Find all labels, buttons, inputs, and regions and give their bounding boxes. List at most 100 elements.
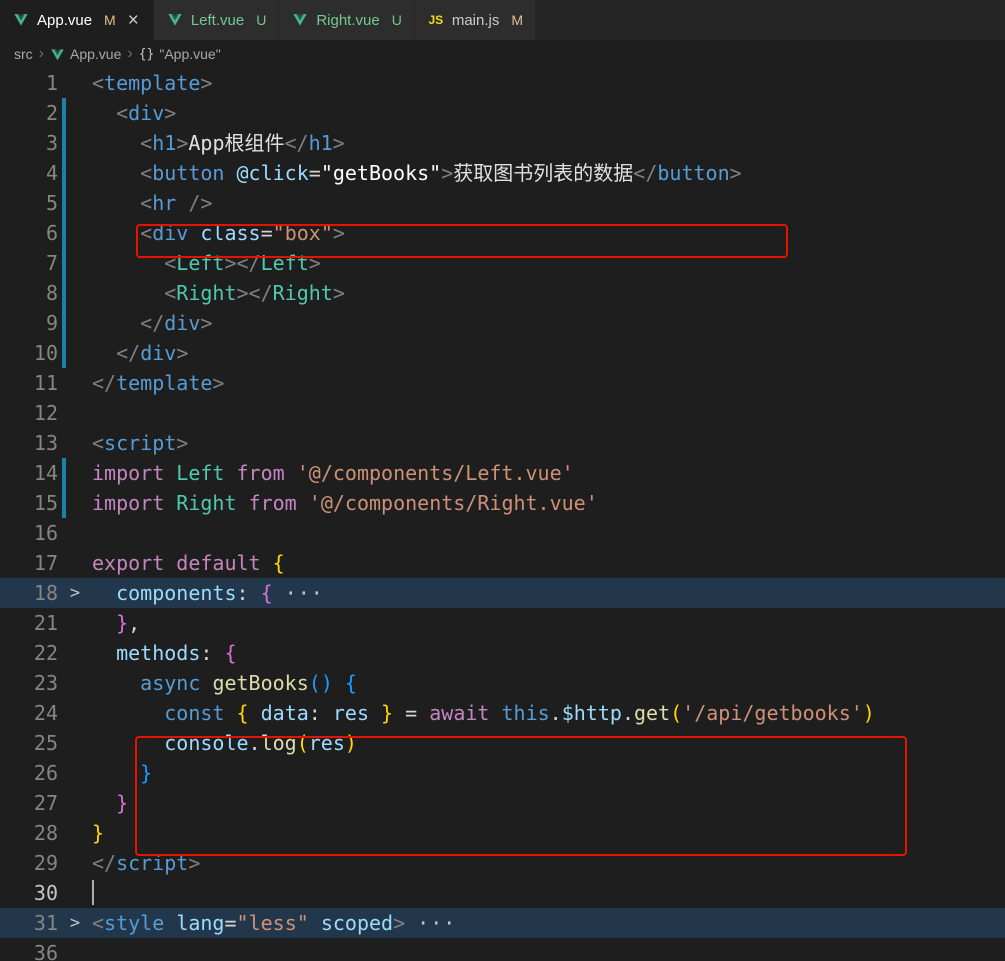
line-number[interactable]: 21 (0, 608, 58, 638)
line-number[interactable]: 5 (0, 188, 58, 218)
code-line-17[interactable]: 17 export default { (0, 548, 1005, 578)
line-number[interactable]: 27 (0, 788, 58, 818)
fold-gutter (58, 608, 92, 638)
line-number[interactable]: 10 (0, 338, 58, 368)
tab-app-vue[interactable]: App.vue M × (0, 0, 154, 40)
line-number[interactable]: 7 (0, 248, 58, 278)
line-number[interactable]: 16 (0, 518, 58, 548)
tab-main-js[interactable]: JS main.js M (414, 0, 537, 40)
code-line-21[interactable]: 21 }, (0, 608, 1005, 638)
text-cursor (92, 880, 94, 905)
code-line-7[interactable]: 7 <Left></Left> (0, 248, 1005, 278)
code-line-27[interactable]: 27 } (0, 788, 1005, 818)
line-number[interactable]: 8 (0, 278, 58, 308)
fold-gutter (58, 758, 92, 788)
code-line-16[interactable]: 16 (0, 518, 1005, 548)
line-number[interactable]: 17 (0, 548, 58, 578)
code-line-13[interactable]: 13 <script> (0, 428, 1005, 458)
code-text: <template> (92, 71, 213, 95)
line-number[interactable]: 22 (0, 638, 58, 668)
code-line-1[interactable]: 1 <template> (0, 68, 1005, 98)
line-number[interactable]: 11 (0, 368, 58, 398)
code-line-4[interactable]: 4 <button @click="getBooks">获取图书列表的数据</b… (0, 158, 1005, 188)
code-line-15[interactable]: 15 import Right from '@/components/Right.… (0, 488, 1005, 518)
line-number[interactable]: 13 (0, 428, 58, 458)
code-line-22[interactable]: 22 methods: { (0, 638, 1005, 668)
git-modified-indicator (62, 458, 66, 488)
code-text: }, (116, 611, 141, 635)
code-line-9[interactable]: 9 </div> (0, 308, 1005, 338)
code-line-11[interactable]: 11 </template> (0, 368, 1005, 398)
code-line-2[interactable]: 2 <div> (0, 98, 1005, 128)
vue-icon (50, 47, 65, 62)
fold-chevron-icon[interactable]: > (58, 578, 92, 608)
breadcrumb-item[interactable]: {} "App.vue" (139, 46, 221, 62)
breadcrumb-label: "App.vue" (159, 46, 221, 62)
line-number[interactable]: 14 (0, 458, 58, 488)
line-number[interactable]: 6 (0, 218, 58, 248)
lines-container: 1 <template> 2 <div> 3 <h1>App根组件</h1> 4 <bu… (0, 68, 1005, 961)
line-number[interactable]: 18 (0, 578, 58, 608)
line-number[interactable]: 25 (0, 728, 58, 758)
line-number[interactable]: 29 (0, 848, 58, 878)
fold-gutter (58, 698, 92, 728)
line-number[interactable]: 36 (0, 938, 58, 961)
code-line-29[interactable]: 29 </script> (0, 848, 1005, 878)
git-modified-indicator (62, 338, 66, 368)
code-text: export default { (92, 551, 285, 575)
chevron-right-icon: › (38, 45, 44, 62)
line-number[interactable]: 9 (0, 308, 58, 338)
line-number[interactable]: 24 (0, 698, 58, 728)
code-editor[interactable]: 1 <template> 2 <div> 3 <h1>App根组件</h1> 4 <bu… (0, 68, 1005, 961)
line-number[interactable]: 1 (0, 68, 58, 98)
fold-gutter (58, 398, 92, 428)
code-line-36[interactable]: 36 (0, 938, 1005, 961)
code-text (92, 878, 1005, 908)
tab-right-vue[interactable]: Right.vue U (279, 0, 415, 40)
code-line-12[interactable]: 12 (0, 398, 1005, 428)
tab-bar: App.vue M × Left.vue U Right.vue U JS main.js M (0, 0, 1005, 40)
code-line-14[interactable]: 14 import Left from '@/components/Left.vu… (0, 458, 1005, 488)
line-number[interactable]: 30 (0, 878, 58, 908)
line-number[interactable]: 4 (0, 158, 58, 188)
tab-label: Right.vue (316, 11, 380, 29)
fold-chevron-icon[interactable]: > (58, 908, 92, 938)
line-number[interactable]: 12 (0, 398, 58, 428)
tab-left-vue[interactable]: Left.vue U (153, 0, 280, 40)
line-number[interactable]: 15 (0, 488, 58, 518)
line-number[interactable]: 2 (0, 98, 58, 128)
fold-gutter (58, 428, 92, 458)
code-line-3[interactable]: 3 <h1>App根组件</h1> (0, 128, 1005, 158)
line-number[interactable]: 3 (0, 128, 58, 158)
code-line-26[interactable]: 26 } (0, 758, 1005, 788)
close-icon[interactable]: × (126, 11, 141, 30)
line-number[interactable]: 28 (0, 818, 58, 848)
code-line-30[interactable]: 30 (0, 878, 1005, 908)
code-text: <hr /> (140, 191, 213, 215)
line-number[interactable]: 23 (0, 668, 58, 698)
vue-icon (291, 11, 309, 29)
fold-gutter (58, 878, 92, 908)
code-line-23[interactable]: 23 async getBooks() { (0, 668, 1005, 698)
code-line-24[interactable]: 24 const { data: res } = await this.$htt… (0, 698, 1005, 728)
fold-gutter (58, 368, 92, 398)
code-line-8[interactable]: 8 <Right></Right> (0, 278, 1005, 308)
fold-gutter (58, 518, 92, 548)
code-text: <Left></Left> (164, 251, 321, 275)
code-line-31[interactable]: 31 > <style lang="less" scoped> ··· (0, 908, 1005, 938)
code-line-25[interactable]: 25 console.log(res) (0, 728, 1005, 758)
tab-label: App.vue (37, 11, 93, 29)
code-line-5[interactable]: 5 <hr /> (0, 188, 1005, 218)
line-number[interactable]: 26 (0, 758, 58, 788)
breadcrumb-item[interactable]: src (14, 46, 33, 62)
fold-gutter (58, 638, 92, 668)
code-line-18[interactable]: 18 > components: { ··· (0, 578, 1005, 608)
code-line-10[interactable]: 10 </div> (0, 338, 1005, 368)
fold-gutter (58, 818, 92, 848)
fold-gutter (58, 548, 92, 578)
breadcrumb-item[interactable]: App.vue (50, 46, 121, 62)
code-line-6[interactable]: 6 <div class="box"> (0, 218, 1005, 248)
git-modified-indicator (62, 488, 66, 518)
code-line-28[interactable]: 28} (0, 818, 1005, 848)
line-number[interactable]: 31 (0, 908, 58, 938)
